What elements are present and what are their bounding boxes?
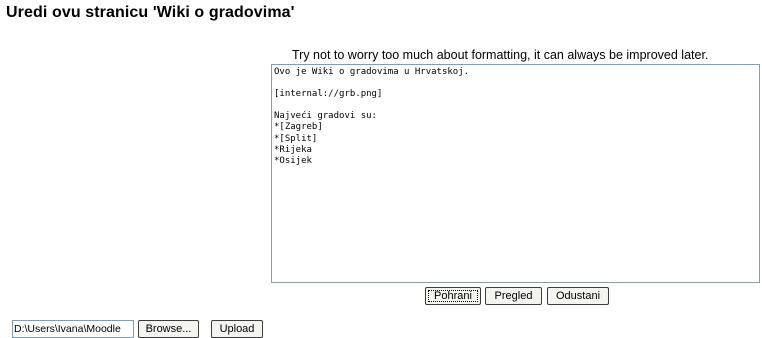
preview-button[interactable]: Pregled (485, 287, 542, 305)
browse-button[interactable]: Browse... (138, 320, 199, 338)
page-title: Uredi ovu stranicu 'Wiki o gradovima' (6, 4, 295, 21)
upload-button[interactable]: Upload (211, 320, 263, 338)
save-button[interactable]: Pohrani (425, 287, 481, 305)
formatting-hint: Try not to worry too much about formatti… (292, 48, 709, 62)
wiki-content-editor[interactable]: Ovo je Wiki o gradovima u Hrvatskoj. [in… (271, 64, 760, 283)
cancel-button[interactable]: Odustani (547, 287, 609, 305)
file-path-input[interactable]: D:\Users\Ivana\Moodle (12, 320, 134, 338)
